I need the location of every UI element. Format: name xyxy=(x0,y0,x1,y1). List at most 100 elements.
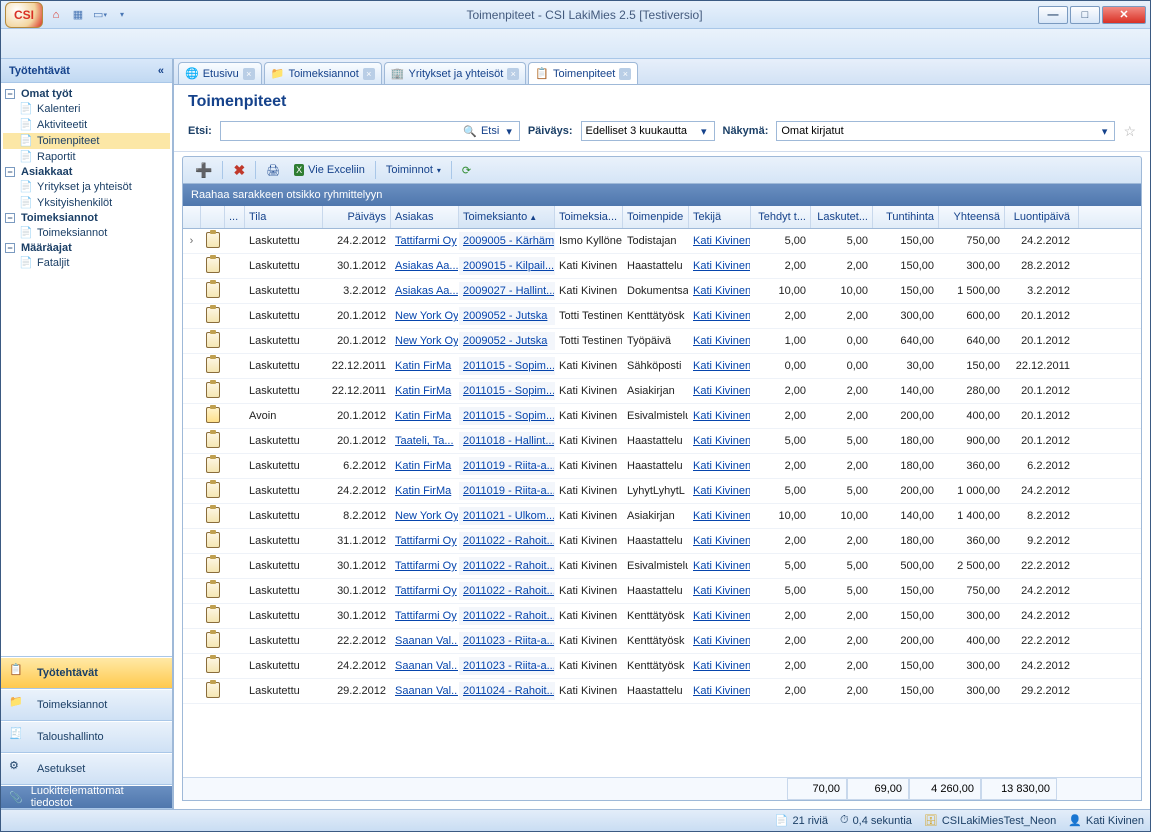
search-dropdown-icon[interactable]: ▾ xyxy=(503,125,515,138)
cell-toimeksianto[interactable]: 2011015 - Sopim... xyxy=(459,407,555,425)
cell-tekija[interactable]: Kati Kivinen xyxy=(689,282,751,300)
table-row[interactable]: Laskutettu31.1.2012Tattifarmi Oy2011022 … xyxy=(183,529,1141,554)
col-tila[interactable]: Tila xyxy=(245,206,323,228)
nav-button[interactable]: 🧾Taloushallinto xyxy=(1,721,172,753)
cell-asiakas[interactable]: Asiakas Aa... xyxy=(391,282,459,300)
delete-button[interactable]: ✖ xyxy=(229,160,249,180)
dropdown-icon[interactable]: ▾ xyxy=(113,6,131,24)
tab[interactable]: 📁Toimeksiannot× xyxy=(264,62,382,84)
maximize-button[interactable]: □ xyxy=(1070,6,1100,24)
cell-toimeksianto[interactable]: 2011021 - Ulkom... xyxy=(459,507,555,525)
expander-icon[interactable]: − xyxy=(5,243,15,253)
cell-tekija[interactable]: Kati Kivinen xyxy=(689,407,751,425)
table-row[interactable]: Laskutettu22.12.2011Katin FirMa2011015 -… xyxy=(183,379,1141,404)
tab[interactable]: 🏢Yritykset ja yhteisöt× xyxy=(384,62,526,84)
cell-tekija[interactable]: Kati Kivinen xyxy=(689,307,751,325)
cell-toimeksianto[interactable]: 2011023 - Riita-a... xyxy=(459,657,555,675)
table-row[interactable]: Laskutettu20.1.2012New York Oy2009052 - … xyxy=(183,329,1141,354)
cell-tekija[interactable]: Kati Kivinen xyxy=(689,357,751,375)
cell-tekija[interactable]: Kati Kivinen xyxy=(689,532,751,550)
view-combo[interactable]: Omat kirjatut ▾ xyxy=(776,121,1115,141)
minimize-button[interactable]: — xyxy=(1038,6,1068,24)
cell-asiakas[interactable]: Tattifarmi Oy xyxy=(391,557,459,575)
table-row[interactable]: Laskutettu30.1.2012Asiakas Aa...2009015 … xyxy=(183,254,1141,279)
group-by-bar[interactable]: Raahaa sarakkeen otsikko ryhmittelyyn xyxy=(183,184,1141,206)
cell-toimeksianto[interactable]: 2011019 - Riita-a... xyxy=(459,482,555,500)
cell-asiakas[interactable]: Katin FirMa xyxy=(391,357,459,375)
date-combo[interactable]: Edelliset 3 kuukautta ▾ xyxy=(581,121,715,141)
cell-tekija[interactable]: Kati Kivinen xyxy=(689,682,751,700)
cell-asiakas[interactable]: New York Oy xyxy=(391,332,459,350)
tree-group[interactable]: − Toimeksiannot xyxy=(3,211,170,225)
cell-tekija[interactable]: Kati Kivinen xyxy=(689,457,751,475)
cell-toimeksianto[interactable]: 2011018 - Hallint... xyxy=(459,432,555,450)
favorite-icon[interactable]: ☆ xyxy=(1123,123,1136,140)
cell-asiakas[interactable]: Saanan Val... xyxy=(391,632,459,650)
cell-toimeksianto[interactable]: 2009052 - Jutska xyxy=(459,307,555,325)
cell-tekija[interactable]: Kati Kivinen xyxy=(689,432,751,450)
tab-close-icon[interactable]: × xyxy=(619,68,631,80)
col-asiakas[interactable]: Asiakas xyxy=(391,206,459,228)
sidebar-footer[interactable]: 📎 Luokittelemattomat tiedostot xyxy=(1,785,172,809)
table-row[interactable]: Laskutettu24.2.2012Saanan Val...2011023 … xyxy=(183,654,1141,679)
tree-group[interactable]: − Asiakkaat xyxy=(3,165,170,179)
cell-asiakas[interactable]: Asiakas Aa... xyxy=(391,257,459,275)
cell-toimeksianto[interactable]: 2009015 - Kilpail... xyxy=(459,257,555,275)
tree-group[interactable]: − Määräajat xyxy=(3,241,170,255)
cell-asiakas[interactable]: Saanan Val... xyxy=(391,682,459,700)
tab-close-icon[interactable]: × xyxy=(507,68,519,80)
excel-button[interactable]: X Vie Exceliin xyxy=(290,160,369,180)
cell-asiakas[interactable]: Saanan Val... xyxy=(391,657,459,675)
col-dots[interactable]: ... xyxy=(225,206,245,228)
cell-tekija[interactable]: Kati Kivinen xyxy=(689,482,751,500)
table-row[interactable]: Laskutettu6.2.2012Katin FirMa2011019 - R… xyxy=(183,454,1141,479)
nav-button[interactable]: 📁Toimeksiannot xyxy=(1,689,172,721)
col-tuntihinta[interactable]: Tuntihinta xyxy=(873,206,939,228)
col-toimenpide[interactable]: Toimenpide xyxy=(623,206,689,228)
table-row[interactable]: Laskutettu22.2.2012Saanan Val...2011023 … xyxy=(183,629,1141,654)
search-input[interactable] xyxy=(225,125,463,137)
grid-icon[interactable]: ▦ xyxy=(69,6,87,24)
cell-toimeksianto[interactable]: 2009052 - Jutska xyxy=(459,332,555,350)
cell-asiakas[interactable]: Katin FirMa xyxy=(391,382,459,400)
collapse-icon[interactable]: « xyxy=(158,65,164,77)
table-row[interactable]: Laskutettu29.2.2012Saanan Val...2011024 … xyxy=(183,679,1141,704)
tab[interactable]: 📋Toimenpiteet× xyxy=(528,62,638,84)
cell-tekija[interactable]: Kati Kivinen xyxy=(689,232,751,250)
print-button[interactable]: 🖨 xyxy=(262,160,284,180)
cell-toimeksianto[interactable]: 2011023 - Riita-a... xyxy=(459,632,555,650)
cell-toimeksianto[interactable]: 2011015 - Sopim... xyxy=(459,382,555,400)
cell-tekija[interactable]: Kati Kivinen xyxy=(689,632,751,650)
tree-item[interactable]: 📄Toimeksiannot xyxy=(3,225,170,241)
tab-close-icon[interactable]: × xyxy=(243,68,255,80)
cell-tekija[interactable]: Kati Kivinen xyxy=(689,582,751,600)
cell-toimeksianto[interactable]: 2011019 - Riita-a... xyxy=(459,457,555,475)
nav-button[interactable]: 📋Työtehtävät xyxy=(1,657,172,689)
cell-toimeksianto[interactable]: 2011022 - Rahoit... xyxy=(459,607,555,625)
search-icon[interactable]: 🔍 xyxy=(463,125,477,138)
tree-item[interactable]: 📄Aktiviteetit xyxy=(3,117,170,133)
col-tehdyt[interactable]: Tehdyt t... xyxy=(751,206,811,228)
cell-tekija[interactable]: Kati Kivinen xyxy=(689,507,751,525)
table-row[interactable]: Laskutettu3.2.2012Asiakas Aa...2009027 -… xyxy=(183,279,1141,304)
cell-tekija[interactable]: Kati Kivinen xyxy=(689,557,751,575)
table-row[interactable]: Laskutettu22.12.2011Katin FirMa2011015 -… xyxy=(183,354,1141,379)
cell-toimeksianto[interactable]: 2009005 - Kärhämä xyxy=(459,232,555,250)
col-paivays[interactable]: Päiväys xyxy=(323,206,391,228)
cell-tekija[interactable]: Kati Kivinen xyxy=(689,257,751,275)
col-laskutet[interactable]: Laskutet... xyxy=(811,206,873,228)
search-button[interactable]: Etsi xyxy=(477,125,503,137)
tree-item[interactable]: 📄Kalenteri xyxy=(3,101,170,117)
table-row[interactable]: Laskutettu30.1.2012Tattifarmi Oy2011022 … xyxy=(183,604,1141,629)
col-tekija[interactable]: Tekijä xyxy=(689,206,751,228)
table-row[interactable]: Laskutettu20.1.2012Taateli, Ta...2011018… xyxy=(183,429,1141,454)
grid-body[interactable]: ›Laskutettu24.2.2012Tattifarmi Oy2009005… xyxy=(183,229,1141,777)
cell-toimeksianto[interactable]: 2011022 - Rahoit... xyxy=(459,557,555,575)
cell-asiakas[interactable]: Tattifarmi Oy xyxy=(391,582,459,600)
table-row[interactable]: ›Laskutettu24.2.2012Tattifarmi Oy2009005… xyxy=(183,229,1141,254)
cell-asiakas[interactable]: New York Oy xyxy=(391,307,459,325)
tab[interactable]: 🌐Etusivu× xyxy=(178,62,262,84)
window-icon[interactable]: ▭▾ xyxy=(91,6,109,24)
cell-toimeksianto[interactable]: 2011015 - Sopim... xyxy=(459,357,555,375)
tab-close-icon[interactable]: × xyxy=(363,68,375,80)
